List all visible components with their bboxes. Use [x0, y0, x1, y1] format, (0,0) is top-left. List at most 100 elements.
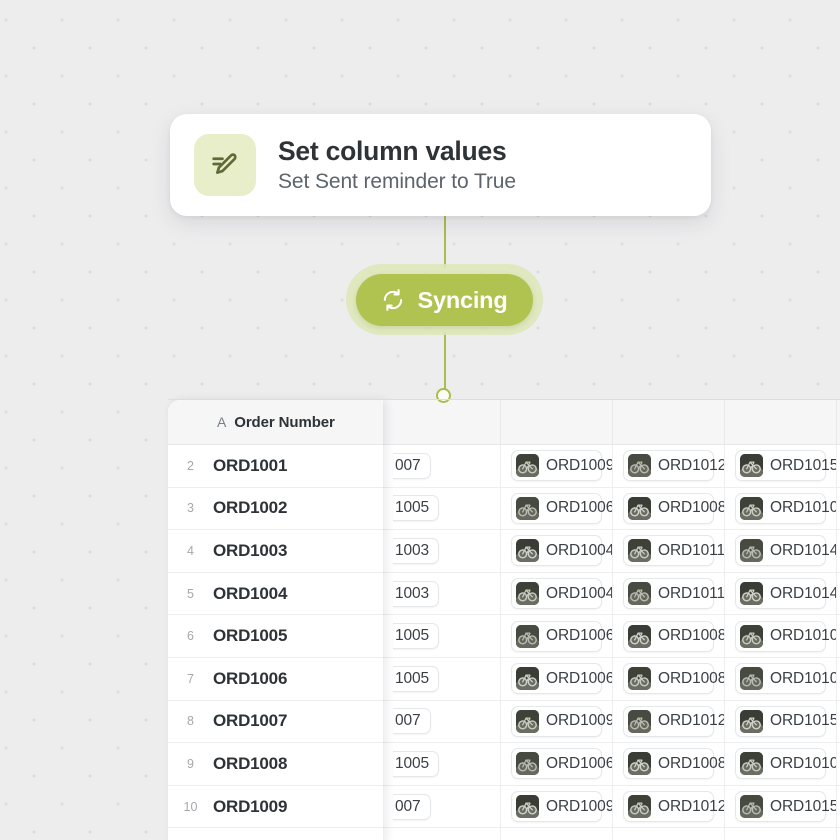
cell-linked-2[interactable]: ORD1004 [501, 530, 613, 572]
cell-linked-1[interactable]: 1003 [383, 572, 501, 615]
cell-linked-2[interactable]: ORD1009 [501, 785, 613, 828]
column-header-linked-1[interactable] [383, 400, 501, 444]
linked-record-chip[interactable]: 007 [393, 708, 431, 735]
linked-record-chip[interactable]: ORD1009 [511, 791, 612, 823]
linked-record-chip[interactable]: ORD1006 [511, 748, 612, 780]
cell-linked-2[interactable]: ORD1009 [501, 445, 613, 487]
linked-record-chip[interactable]: ORD1010 [735, 663, 836, 695]
cell-linked-2[interactable]: ORD1006 [501, 487, 613, 530]
linked-record-chip[interactable]: 1005 [393, 750, 440, 777]
linked-record-chip[interactable]: ORD1010 [735, 620, 836, 652]
action-card-set-column-values[interactable]: Set column values Set Sent reminder to T… [170, 114, 711, 216]
cell-linked-4[interactable]: ORD1015 [725, 700, 837, 743]
syncing-pill[interactable]: Syncing [356, 274, 533, 326]
cell-linked-4[interactable]: ORD1014 [725, 572, 837, 615]
frozen-row[interactable]: 7 ORD1006 [168, 657, 383, 701]
text-type-icon: A [217, 414, 227, 430]
cell-linked-1[interactable]: 1005 [383, 487, 501, 530]
linked-record-chip[interactable]: ORD1012 [623, 450, 724, 482]
cell-linked-2[interactable]: ORD1006 [501, 615, 613, 657]
frozen-row[interactable]: 11 [168, 828, 383, 840]
cell-linked-2[interactable] [501, 828, 613, 840]
cell-linked-1[interactable]: 007 [383, 700, 501, 743]
cell-linked-3[interactable]: ORD1011 [613, 530, 725, 572]
cell-linked-2[interactable]: ORD1006 [501, 657, 613, 700]
cell-linked-2[interactable]: ORD1009 [501, 700, 613, 743]
linked-record-chip[interactable]: ORD1011 [623, 535, 724, 567]
cell-linked-2[interactable]: ORD1004 [501, 572, 613, 615]
frozen-primary-column[interactable]: A Order Number 2 ORD1001 3 ORD1002 4 ORD1003 5 OR… [168, 400, 383, 840]
linked-record-chip[interactable]: 007 [393, 793, 431, 820]
frozen-row[interactable]: 4 ORD1003 [168, 530, 383, 573]
linked-record-label: ORD1008 [658, 499, 725, 517]
cell-linked-4[interactable] [725, 828, 837, 840]
linked-record-chip[interactable]: ORD1012 [623, 791, 724, 823]
cell-linked-1[interactable]: 1005 [383, 743, 501, 785]
cell-linked-3[interactable]: ORD1012 [613, 785, 725, 828]
frozen-row[interactable]: 2 ORD1001 [168, 445, 383, 488]
linked-record-chip[interactable]: ORD1004 [511, 535, 612, 567]
linked-record-chip[interactable]: ORD1014 [735, 578, 836, 610]
linked-record-chip[interactable]: ORD1006 [511, 492, 612, 524]
cell-linked-1[interactable] [383, 828, 501, 840]
linked-record-chip[interactable]: ORD1008 [623, 492, 724, 524]
frozen-row[interactable]: 6 ORD1005 [168, 615, 383, 658]
cell-linked-3[interactable]: ORD1008 [613, 657, 725, 700]
linked-record-chip[interactable]: ORD1004 [511, 578, 612, 610]
cell-linked-1[interactable]: 1005 [383, 657, 501, 700]
frozen-row[interactable]: 10 ORD1009 [168, 785, 383, 829]
cell-linked-3[interactable]: ORD1012 [613, 700, 725, 743]
flow-node-dot[interactable] [436, 388, 451, 403]
cell-linked-4[interactable]: ORD1015 [725, 785, 837, 828]
linked-record-chip[interactable]: 1005 [393, 495, 440, 522]
cell-linked-1[interactable]: 007 [383, 445, 501, 487]
cell-linked-4[interactable]: ORD1015 [725, 445, 837, 487]
cell-linked-1[interactable]: 1005 [383, 615, 501, 657]
linked-record-chip[interactable]: ORD1008 [623, 620, 724, 652]
cell-linked-4[interactable]: ORD1010 [725, 657, 837, 700]
frozen-row[interactable]: 5 ORD1004 [168, 572, 383, 616]
cell-linked-3[interactable]: ORD1008 [613, 615, 725, 657]
cell-linked-1[interactable]: 1003 [383, 530, 501, 572]
linked-record-chip[interactable]: ORD1008 [623, 663, 724, 695]
cell-linked-4[interactable]: ORD1010 [725, 743, 837, 785]
linked-record-chip[interactable]: ORD1012 [623, 705, 724, 737]
linked-record-chip[interactable]: 1003 [393, 580, 440, 607]
frozen-row[interactable]: 3 ORD1002 [168, 487, 383, 531]
linked-record-chip[interactable]: 1003 [393, 537, 440, 564]
linked-record-chip[interactable]: ORD1006 [511, 663, 612, 695]
frozen-row[interactable]: 8 ORD1007 [168, 700, 383, 744]
linked-record-chip[interactable]: ORD1014 [735, 535, 836, 567]
cell-linked-3[interactable]: ORD1008 [613, 743, 725, 785]
linked-record-chip[interactable]: ORD1015 [735, 705, 836, 737]
cell-linked-4[interactable]: ORD1014 [725, 530, 837, 572]
cell-linked-1[interactable]: 007 [383, 785, 501, 828]
cell-linked-3[interactable] [613, 828, 725, 840]
cell-linked-4[interactable]: ORD1010 [725, 615, 837, 657]
frozen-column-header[interactable]: A Order Number [168, 400, 383, 445]
frozen-row[interactable]: 9 ORD1008 [168, 743, 383, 786]
linked-record-label: ORD1004 [546, 584, 613, 602]
linked-record-label: ORD1006 [546, 754, 613, 772]
linked-record-chip[interactable]: ORD1006 [511, 620, 612, 652]
column-header-linked-3[interactable] [613, 400, 725, 444]
linked-record-chip[interactable]: 007 [393, 452, 431, 479]
linked-record-chip[interactable]: 1005 [393, 665, 440, 692]
linked-record-chip[interactable]: ORD1009 [511, 450, 612, 482]
cell-linked-2[interactable]: ORD1006 [501, 743, 613, 785]
column-header-linked-4[interactable] [725, 400, 837, 444]
linked-record-chip[interactable]: ORD1010 [735, 748, 836, 780]
column-header-linked-2[interactable] [501, 400, 613, 444]
linked-record-chip[interactable]: ORD1010 [735, 492, 836, 524]
linked-record-chip[interactable]: ORD1011 [623, 578, 724, 610]
cell-linked-4[interactable]: ORD1010 [725, 487, 837, 530]
cell-linked-3[interactable]: ORD1011 [613, 572, 725, 615]
linked-record-chip[interactable]: ORD1015 [735, 791, 836, 823]
linked-record-chip[interactable]: 1005 [393, 623, 440, 650]
cell-linked-3[interactable]: ORD1008 [613, 487, 725, 530]
linked-record-chip[interactable]: ORD1008 [623, 748, 724, 780]
cell-linked-3[interactable]: ORD1012 [613, 445, 725, 487]
syncing-status-node[interactable]: Syncing [346, 264, 543, 335]
linked-record-chip[interactable]: ORD1015 [735, 450, 836, 482]
linked-record-chip[interactable]: ORD1009 [511, 705, 612, 737]
